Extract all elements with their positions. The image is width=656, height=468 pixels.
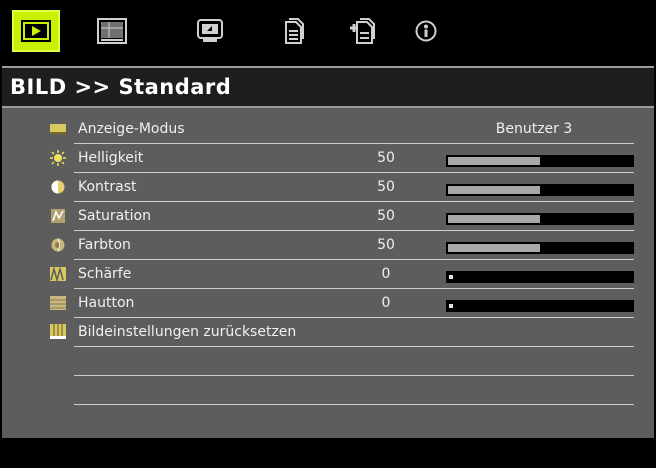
skin-tone-slider[interactable] <box>446 300 634 312</box>
menu-item-saturation[interactable]: Saturation 50 <box>51 203 634 231</box>
picture-play-icon <box>21 20 51 42</box>
menu-item-label: Helligkeit <box>78 150 144 166</box>
menu-item-label: Saturation <box>78 208 151 224</box>
skin-tone-value: 0 <box>381 295 391 311</box>
document-icon <box>285 18 304 44</box>
slider-fill <box>448 244 540 252</box>
page-title: BILD >> Standard <box>10 75 232 99</box>
empty-row <box>74 348 634 376</box>
slider-fill <box>448 186 540 194</box>
tint-slider[interactable] <box>446 242 634 254</box>
slider-fill <box>448 215 540 223</box>
menu-item-brightness[interactable]: Helligkeit 50 <box>50 145 634 173</box>
display-mode-icon <box>50 121 66 137</box>
menu-item-label: Farbton <box>78 237 131 253</box>
sharpness-slider[interactable] <box>446 271 634 283</box>
brightness-value: 50 <box>377 150 395 166</box>
menu-item-display-mode[interactable]: Anzeige-Modus Benutzer 3 <box>50 116 634 144</box>
brightness-icon <box>50 150 66 166</box>
footer-bar <box>2 438 654 466</box>
menu-item-label: Schärfe <box>78 266 132 282</box>
menu-item-contrast[interactable]: Kontrast 50 <box>51 174 634 202</box>
info-circle-icon <box>415 20 437 42</box>
monitor-settings-icon <box>197 19 223 42</box>
menu-item-label: Kontrast <box>78 179 137 195</box>
slider-knob <box>449 275 453 279</box>
menu-item-label: Bildeinstellungen zurücksetzen <box>78 324 297 340</box>
display-mode-value[interactable]: Benutzer 3 <box>464 121 604 137</box>
sharpness-icon <box>50 266 66 282</box>
contrast-icon <box>50 179 66 195</box>
menu-item-label: Hautton <box>78 295 135 311</box>
contrast-value: 50 <box>377 179 395 195</box>
brightness-slider[interactable] <box>446 155 634 167</box>
tab-display[interactable] <box>88 10 136 52</box>
tint-icon <box>50 237 66 253</box>
menu-item-skin-tone[interactable]: Hautton 0 <box>50 290 634 318</box>
sharpness-value: 0 <box>381 266 391 282</box>
screen-grid-icon <box>97 18 127 44</box>
saturation-slider[interactable] <box>446 213 634 225</box>
tint-value: 50 <box>377 237 395 253</box>
skin-tone-icon <box>50 295 66 311</box>
saturation-value: 50 <box>377 208 395 224</box>
tab-advanced[interactable] <box>338 10 386 52</box>
slider-fill <box>448 157 540 165</box>
tab-information[interactable] <box>402 10 450 52</box>
menu-item-label: Anzeige-Modus <box>78 121 185 137</box>
settings-list: Anzeige-Modus Benutzer 3 Helligkeit 50 K… <box>2 108 654 438</box>
tab-picture[interactable] <box>12 10 60 52</box>
saturation-icon <box>50 208 66 224</box>
menu-item-sharpness[interactable]: Schärfe 0 <box>50 261 634 289</box>
osd-menu: BILD >> Standard Anzeige-Modus Benutzer … <box>2 2 654 466</box>
slider-knob <box>449 304 453 308</box>
document-plus-icon <box>350 18 375 44</box>
tab-setup[interactable] <box>186 10 234 52</box>
reset-icon <box>50 324 66 340</box>
empty-row <box>74 377 634 405</box>
tab-options[interactable] <box>270 10 318 52</box>
contrast-slider[interactable] <box>446 184 634 196</box>
menu-tab-bar <box>2 2 654 60</box>
menu-item-tint[interactable]: Farbton 50 <box>51 232 634 260</box>
menu-item-reset[interactable]: Bildeinstellungen zurücksetzen <box>50 319 634 347</box>
page-title-bar: BILD >> Standard <box>2 66 654 108</box>
